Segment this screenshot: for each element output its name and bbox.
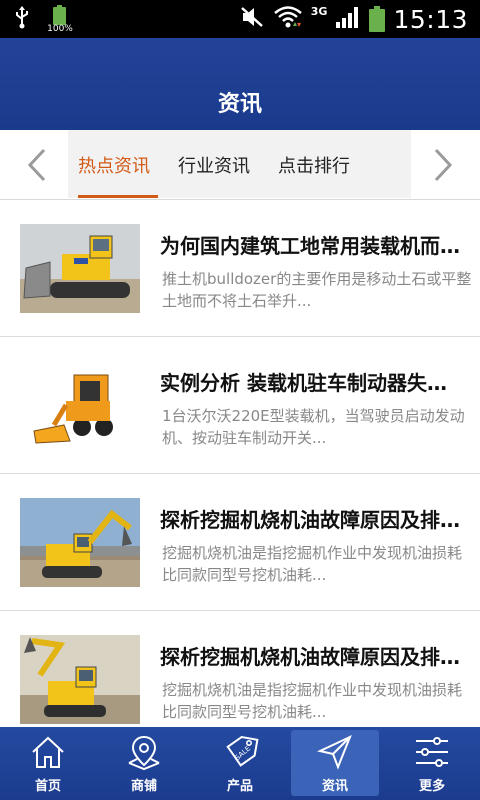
tabs-prev-button[interactable] bbox=[22, 148, 52, 182]
battery-small-label: 100% bbox=[47, 24, 73, 34]
mute-icon bbox=[239, 5, 265, 33]
tabs-next-button[interactable] bbox=[428, 148, 458, 182]
sliders-icon bbox=[416, 737, 448, 767]
article-title: 探析挖掘机烧机油故障原因及排除方法 bbox=[160, 508, 460, 532]
signal-icon bbox=[335, 5, 361, 33]
nav-products-label: 产品 bbox=[226, 779, 253, 794]
active-tab-indicator bbox=[78, 195, 158, 198]
tab-hot-news[interactable]: 热点资讯 bbox=[78, 152, 150, 198]
article-desc: 1台沃尔沃220E型装载机，当驾驶员启动发动机、按动驻车制动开关... bbox=[162, 407, 465, 447]
app-header: 资讯 bbox=[0, 38, 480, 130]
chevron-right-icon bbox=[434, 148, 453, 182]
wifi-icon bbox=[273, 4, 303, 34]
nav-more[interactable]: 更多 bbox=[384, 727, 480, 800]
network-type-label: 3G bbox=[310, 4, 328, 18]
nav-shops-label: 商铺 bbox=[130, 779, 157, 794]
article-title: 探析挖掘机烧机油故障原因及排除方法 bbox=[160, 645, 460, 669]
sale-tag-icon: SALE bbox=[226, 735, 259, 767]
nav-shops[interactable]: 商铺 bbox=[96, 727, 192, 800]
article-item[interactable]: 探析挖掘机烧机油故障原因及排除方法 挖掘机烧机油是指挖掘机作业中发现机油损耗比同… bbox=[0, 611, 480, 727]
tab-bar: 热点资讯 行业资讯 点击排行 bbox=[0, 130, 480, 200]
chevron-left-icon bbox=[27, 148, 46, 182]
home-icon bbox=[32, 736, 64, 768]
bottom-nav: 首页 商铺 SALE 产品 资讯 更多 bbox=[0, 727, 480, 800]
status-bar: 100% 3G 15:13 bbox=[0, 0, 480, 38]
clock: 15:13 bbox=[393, 4, 468, 34]
article-item[interactable]: 为何国内建筑工地常用装载机而非推土机 推土机bulldozer的主要作用是移动土… bbox=[0, 200, 480, 337]
nav-products[interactable]: SALE 产品 bbox=[192, 727, 288, 800]
article-desc: 挖掘机烧机油是指挖掘机作业中发现机油损耗比同款同型号挖机油耗... bbox=[162, 544, 463, 584]
usb-icon bbox=[14, 5, 30, 33]
nav-news[interactable]: 资讯 bbox=[291, 730, 379, 796]
excavator-image bbox=[20, 498, 140, 587]
battery-icon bbox=[369, 6, 386, 32]
article-item[interactable]: 实例分析 装载机驻车制动器失效原因 1台沃尔沃220E型装载机，当驾驶员启动发动… bbox=[0, 337, 480, 474]
bulldozer-image bbox=[20, 224, 140, 313]
article-list: 为何国内建筑工地常用装载机而非推土机 推土机bulldozer的主要作用是移动土… bbox=[0, 200, 480, 727]
nav-more-label: 更多 bbox=[418, 779, 445, 794]
article-desc: 推土机bulldozer的主要作用是移动土石或平整土地而不将土石举升... bbox=[162, 270, 472, 310]
nav-news-label: 资讯 bbox=[321, 779, 348, 794]
article-desc: 挖掘机烧机油是指挖掘机作业中发现机油损耗比同款同型号挖机油耗... bbox=[162, 681, 463, 721]
tab-industry-news[interactable]: 行业资讯 bbox=[178, 152, 250, 198]
page-title: 资讯 bbox=[217, 92, 262, 117]
article-title: 为何国内建筑工地常用装载机而非推土机 bbox=[160, 234, 460, 258]
skid-steer-loader-image bbox=[20, 361, 140, 450]
map-pin-icon bbox=[128, 735, 160, 771]
nav-home-label: 首页 bbox=[34, 779, 61, 794]
excavator-image bbox=[20, 635, 140, 724]
tab-click-ranking[interactable]: 点击排行 bbox=[278, 152, 350, 198]
battery-small-icon: 100% bbox=[47, 5, 73, 34]
paper-plane-icon bbox=[316, 735, 352, 770]
article-title: 实例分析 装载机驻车制动器失效原因 bbox=[160, 371, 460, 395]
article-item[interactable]: 探析挖掘机烧机油故障原因及排除方法 挖掘机烧机油是指挖掘机作业中发现机油损耗比同… bbox=[0, 474, 480, 611]
nav-home[interactable]: 首页 bbox=[0, 727, 96, 800]
